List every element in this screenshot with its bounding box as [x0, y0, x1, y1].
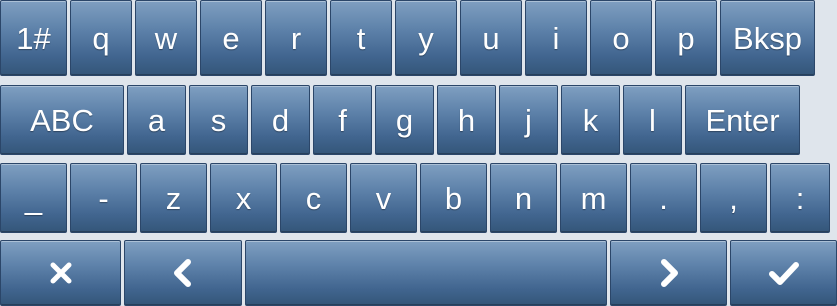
key-m[interactable]: m — [560, 163, 627, 233]
keyboard-row-1: 1# q w e r t y u i o p Bksp — [0, 0, 837, 76]
key-space[interactable] — [245, 240, 607, 306]
key-g[interactable]: g — [375, 85, 434, 155]
key-symbols-toggle[interactable]: 1# — [0, 0, 67, 76]
chevron-left-icon — [170, 258, 196, 288]
key-u[interactable]: u — [460, 0, 522, 76]
key-i[interactable]: i — [525, 0, 587, 76]
keyboard-row-4 — [0, 240, 837, 306]
key-l[interactable]: l — [623, 85, 682, 155]
key-v[interactable]: v — [350, 163, 417, 233]
key-s[interactable]: s — [189, 85, 248, 155]
keyboard-row-3: _ - z x c v b n m . , : — [0, 163, 837, 233]
keyboard-row-2: ABC a s d f g h j k l Enter — [0, 85, 837, 155]
key-c[interactable]: c — [280, 163, 347, 233]
key-r[interactable]: r — [265, 0, 327, 76]
key-colon[interactable]: : — [770, 163, 830, 233]
key-cursor-left[interactable] — [124, 240, 242, 306]
key-underscore[interactable]: _ — [0, 163, 67, 233]
key-w[interactable]: w — [135, 0, 197, 76]
chevron-right-icon — [656, 258, 682, 288]
key-hyphen[interactable]: - — [70, 163, 137, 233]
key-y[interactable]: y — [395, 0, 457, 76]
key-z[interactable]: z — [140, 163, 207, 233]
on-screen-keyboard: 1# q w e r t y u i o p Bksp ABC a s d f … — [0, 0, 837, 306]
checkmark-icon — [768, 259, 800, 287]
key-clear[interactable] — [0, 240, 121, 306]
key-t[interactable]: t — [330, 0, 392, 76]
key-cursor-right[interactable] — [610, 240, 727, 306]
key-a[interactable]: a — [127, 85, 186, 155]
key-period[interactable]: . — [630, 163, 697, 233]
key-n[interactable]: n — [490, 163, 557, 233]
key-enter[interactable]: Enter — [685, 85, 800, 155]
key-k[interactable]: k — [561, 85, 620, 155]
key-h[interactable]: h — [437, 85, 496, 155]
key-o[interactable]: o — [590, 0, 652, 76]
key-p[interactable]: p — [655, 0, 717, 76]
key-e[interactable]: e — [200, 0, 262, 76]
close-icon — [49, 261, 73, 285]
key-f[interactable]: f — [313, 85, 372, 155]
key-q[interactable]: q — [70, 0, 132, 76]
key-b[interactable]: b — [420, 163, 487, 233]
key-backspace[interactable]: Bksp — [720, 0, 815, 76]
key-comma[interactable]: , — [700, 163, 767, 233]
key-done[interactable] — [730, 240, 837, 306]
key-alpha-toggle[interactable]: ABC — [0, 85, 124, 155]
key-d[interactable]: d — [251, 85, 310, 155]
key-j[interactable]: j — [499, 85, 558, 155]
key-x[interactable]: x — [210, 163, 277, 233]
